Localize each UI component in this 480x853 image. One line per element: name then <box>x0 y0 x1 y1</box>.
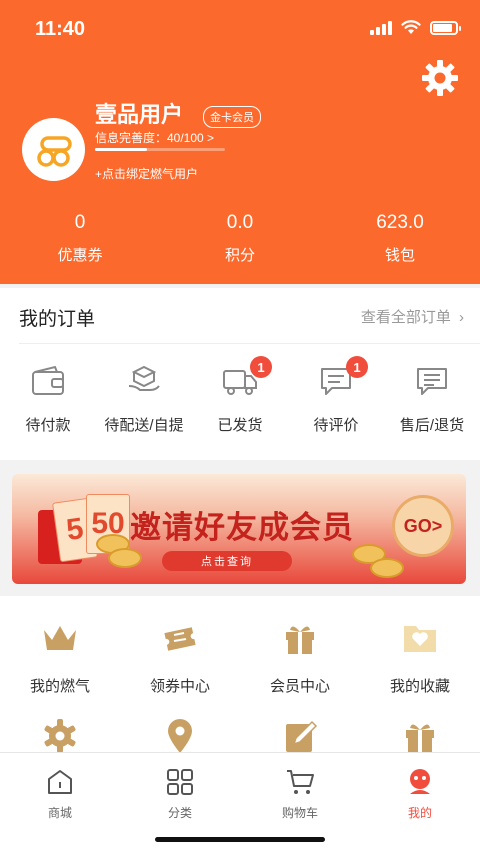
tab-category[interactable]: 分类 <box>120 767 240 821</box>
order-after-sales[interactable]: 售后/退货 <box>384 364 480 435</box>
coin-image <box>370 558 404 578</box>
service-my-gas[interactable]: 我的燃气 <box>0 620 120 696</box>
order-to-review[interactable]: 1 待评价 <box>288 356 384 435</box>
favorite-folder-icon <box>404 626 436 652</box>
orders-title: 我的订单 <box>19 309 96 330</box>
order-label: 待付款 <box>25 417 71 434</box>
service-coupon-center[interactable]: 领券中心 <box>120 620 240 696</box>
service-label: 我的收藏 <box>389 678 450 695</box>
services-grid: 我的燃气 领券中心 会员中心 我的收藏 <box>0 596 480 756</box>
banner-query-button[interactable]: 点击查询 <box>162 551 292 571</box>
order-pending-delivery[interactable]: 待配送/自提 <box>96 364 192 435</box>
stat-value: 0.0 <box>226 212 254 233</box>
view-all-orders-label: 查看全部订单 <box>360 309 451 326</box>
cart-icon <box>287 770 314 794</box>
brand-logo-icon <box>36 135 72 167</box>
order-label: 售后/退货 <box>399 417 465 434</box>
account-stats: 0 优惠券 0.0 积分 623.0 钱包 <box>0 212 480 265</box>
service-label: 领券中心 <box>149 678 210 695</box>
vip-badge: 金卡会员 <box>203 106 261 128</box>
service-my-favorites[interactable]: 我的收藏 <box>360 620 480 696</box>
service-label: 会员中心 <box>269 678 330 695</box>
tab-label: 分类 <box>167 806 192 820</box>
tab-store[interactable]: 商城 <box>0 767 120 821</box>
home-indicator <box>155 837 325 842</box>
stat-coupons[interactable]: 0 优惠券 <box>0 212 160 265</box>
gift-box-icon <box>406 724 434 752</box>
profile-completion-link[interactable]: 信息完善度：40/100 > <box>95 129 214 146</box>
store-icon <box>48 770 72 794</box>
settings-icon <box>44 719 76 753</box>
tab-cart[interactable]: 购物车 <box>240 767 360 821</box>
gift-icon <box>286 626 314 654</box>
category-icon <box>167 769 193 795</box>
profile-header: 11:40 壹品用户 金卡会员 信息完善度：40/100 > +点击绑定燃气用户… <box>0 0 480 284</box>
invite-friends-banner[interactable]: 5 50 邀请好友成会员 点击查询 GO> <box>12 474 466 584</box>
coupon-icon <box>164 627 196 651</box>
divider <box>19 343 480 344</box>
stat-value: 623.0 <box>376 212 424 233</box>
coupon-card-digit: 5 <box>64 512 86 548</box>
wifi-icon <box>401 20 421 34</box>
chevron-right-icon: › <box>459 309 464 326</box>
stat-label: 优惠券 <box>57 247 103 264</box>
stat-points[interactable]: 0.0 积分 <box>160 212 320 265</box>
after-sales-icon <box>417 368 447 395</box>
notification-badge: 1 <box>250 356 272 378</box>
edit-icon <box>286 720 318 752</box>
status-icons <box>370 20 461 35</box>
banner-headline: 邀请好友成会员 <box>130 510 354 545</box>
location-icon <box>168 719 192 753</box>
tab-label: 商城 <box>47 806 72 820</box>
order-shipped[interactable]: 1 已发货 <box>192 356 288 435</box>
profile-icon <box>410 769 430 794</box>
stat-label: 钱包 <box>384 247 415 264</box>
profile-completion-bar <box>95 148 225 151</box>
bind-gas-user-link[interactable]: +点击绑定燃气用户 <box>95 165 198 182</box>
coin-image <box>108 548 142 568</box>
wallet-icon <box>32 365 64 395</box>
settings-gear-icon[interactable] <box>420 58 460 98</box>
stat-value: 0 <box>74 212 86 233</box>
status-time: 11:40 <box>35 18 86 40</box>
stat-wallet[interactable]: 623.0 钱包 <box>320 212 480 265</box>
crown-icon <box>44 626 76 650</box>
tab-label: 我的 <box>407 806 432 820</box>
banner-go-button[interactable]: GO> <box>392 495 454 557</box>
order-pending-payment[interactable]: 待付款 <box>0 364 96 435</box>
order-label: 待配送/自提 <box>104 417 184 434</box>
cellular-signal-icon <box>370 20 392 35</box>
order-label: 待评价 <box>313 417 359 434</box>
service-member-center[interactable]: 会员中心 <box>240 620 360 696</box>
notification-badge: 1 <box>346 356 368 378</box>
battery-icon <box>430 20 461 35</box>
tab-label: 购物车 <box>281 806 318 820</box>
banner-query-label: 点击查询 <box>201 556 253 568</box>
package-hand-icon <box>128 365 160 391</box>
my-orders-section: 我的订单 查看全部订单 › 待付款 待配送/自提 1 已发货 1 待评价 售后/… <box>0 288 480 460</box>
order-label: 已发货 <box>217 417 263 434</box>
tab-profile[interactable]: 我的 <box>360 767 480 821</box>
service-label: 我的燃气 <box>29 678 90 695</box>
stat-label: 积分 <box>224 247 255 264</box>
username: 壹品用户 <box>95 102 184 127</box>
avatar[interactable] <box>22 118 85 181</box>
view-all-orders-link[interactable]: 查看全部订单 › <box>361 306 464 327</box>
